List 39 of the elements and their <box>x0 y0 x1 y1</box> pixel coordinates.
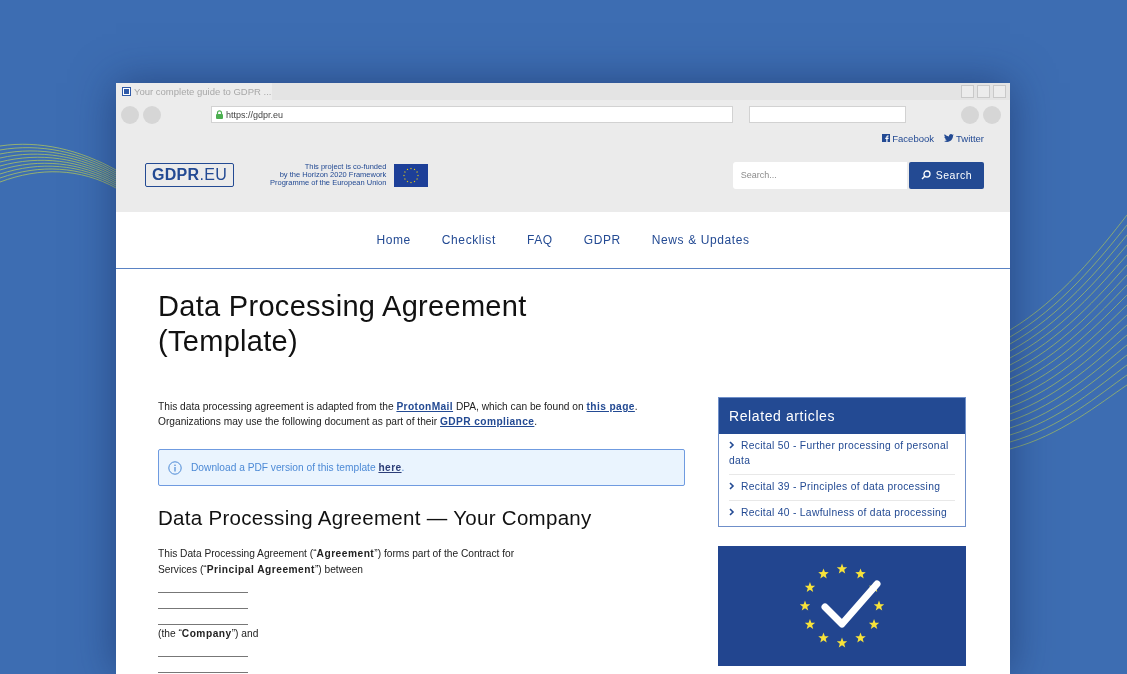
search-button[interactable]: Search <box>908 161 984 189</box>
link[interactable]: here <box>378 462 402 473</box>
nav-link[interactable]: Home <box>376 232 411 247</box>
browser-search-field[interactable] <box>749 106 906 124</box>
link[interactable]: this page <box>586 401 635 412</box>
search-icon <box>920 170 931 181</box>
notice-text: Download a PDF version of this template here. <box>191 462 405 473</box>
nav-link[interactable]: Checklist <box>441 232 496 247</box>
nav-link[interactable]: News & Updates <box>651 232 750 247</box>
nav-link[interactable]: FAQ <box>526 232 553 247</box>
chevron-icon <box>729 482 735 490</box>
search-field[interactable]: Search... <box>732 161 907 189</box>
chevron-icon <box>729 441 735 449</box>
bird-icon <box>944 134 954 143</box>
nav-link[interactable]: GDPR <box>583 232 621 247</box>
favicon-icon <box>122 87 131 96</box>
info-icon <box>168 460 182 475</box>
panel-title: Related articles <box>719 398 965 434</box>
maximize-button[interactable] <box>977 85 990 98</box>
article-link[interactable]: Recital 40 - Lawfulness of data processing <box>729 501 955 526</box>
article-link[interactable]: Recital 39 - Principles of data processing <box>729 475 955 501</box>
body-paragraph: This Data Processing Agreement (“Agreement”) forms part of the Contract for Services (“Principal Agreement”) between <box>158 547 516 577</box>
social-link[interactable]: Twitter <box>944 132 984 144</box>
lock-icon <box>216 110 223 120</box>
section-heading: Data Processing Agreement — Your Company <box>158 506 593 530</box>
body-paragraph: (the “Company”) and <box>158 627 260 641</box>
article-link[interactable]: Recital 50 - Further processing of personal data <box>729 434 955 475</box>
facebook-icon <box>882 134 891 143</box>
eu-flag-icon <box>394 163 429 187</box>
close-button[interactable] <box>993 85 1006 98</box>
address-bar[interactable]: https://gdpr.eu <box>211 106 733 124</box>
social-link[interactable]: Facebook <box>882 132 934 144</box>
intro-paragraph: This data processing agreement is adapted from the ProtonMail DPA, which can be found on this page. <box>158 400 639 414</box>
link[interactable]: ProtonMail <box>396 401 454 412</box>
minimize-button[interactable] <box>961 85 974 98</box>
intro-paragraph: Organizations may use the following document as part of their GDPR compliance. <box>158 415 539 429</box>
site-logo[interactable]: GDPR.EU <box>145 163 234 188</box>
page-title: Data Processing Agreement (Template) <box>158 289 528 359</box>
chevron-icon <box>729 508 735 516</box>
